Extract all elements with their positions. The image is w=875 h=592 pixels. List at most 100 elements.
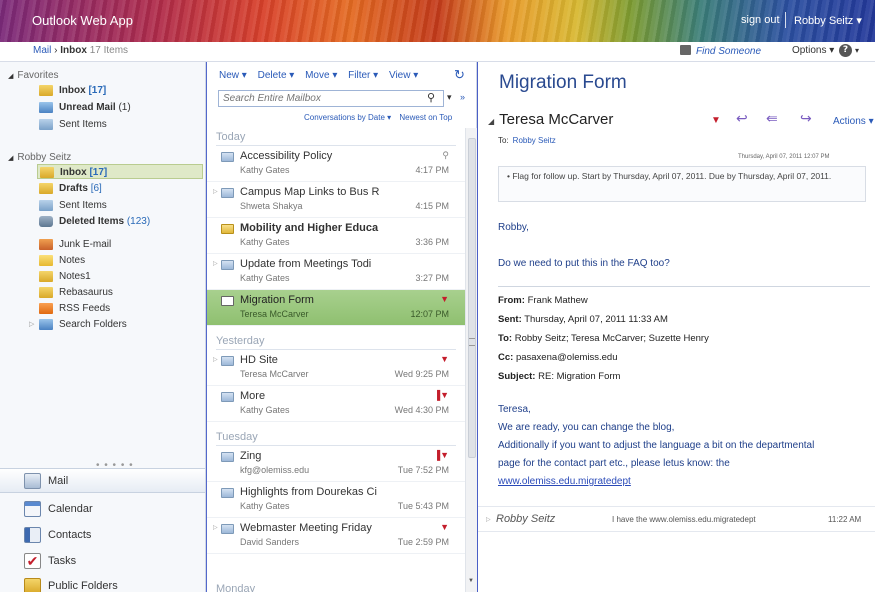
- checkbox-icon[interactable]: [221, 296, 234, 306]
- nav-calendar[interactable]: Calendar: [0, 497, 205, 522]
- folder-drafts[interactable]: Drafts [6]: [37, 181, 203, 196]
- list-item[interactable]: More Kathy Gates Wed 4:30 PM ▐▼: [207, 386, 465, 422]
- new-button[interactable]: New ▾: [219, 70, 247, 81]
- reply-all-icon[interactable]: ⇚: [766, 110, 778, 127]
- message-subject: Migration Form: [499, 72, 627, 93]
- message-icon: [221, 260, 234, 270]
- reply-icon[interactable]: ↩: [736, 110, 748, 127]
- list-item-selected[interactable]: Migration Form Teresa McCarver 12:07 PM ▼: [207, 290, 465, 326]
- favorites-header[interactable]: ◢ Favorites: [8, 70, 59, 81]
- nav-public-folders[interactable]: Public Folders: [0, 574, 205, 592]
- flag-icon[interactable]: ▼: [711, 115, 721, 126]
- nav-tasks[interactable]: ✔ Tasks: [0, 549, 205, 574]
- message-icon: [221, 152, 234, 162]
- folder-notes1[interactable]: Notes1: [37, 269, 203, 284]
- body-link[interactable]: www.olemiss.edu.migratedept: [498, 476, 631, 487]
- filter-button[interactable]: Filter ▾: [348, 70, 378, 81]
- folder-inbox[interactable]: Inbox [17]: [37, 164, 203, 179]
- scroll-down-icon[interactable]: ▼: [468, 578, 474, 584]
- options-menu[interactable]: Options ▾: [792, 45, 834, 56]
- flag-icon[interactable]: ▐▼: [434, 390, 449, 400]
- list-item[interactable]: ▷ HD Site Teresa McCarver Wed 9:25 PM ▼: [207, 350, 465, 386]
- list-item[interactable]: ▷ Campus Map Links to Bus R Shweta Shakya 4…: [207, 182, 465, 218]
- expand-conversation-icon[interactable]: ▷: [213, 188, 218, 195]
- list-item[interactable]: Highlights from Dourekas Ci Kathy Gates Tu…: [207, 482, 465, 518]
- expand-conversation-icon[interactable]: ▷: [213, 524, 218, 531]
- message-icon: [221, 524, 234, 534]
- list-item[interactable]: Zing kfg@olemiss.edu Tue 7:52 PM ▐▼: [207, 446, 465, 482]
- view-button[interactable]: View ▾: [389, 70, 418, 81]
- list-item[interactable]: ▷ Webmaster Meeting Friday David Sanders Tu…: [207, 518, 465, 554]
- search-folder-icon: [39, 319, 53, 330]
- mail-icon: [24, 473, 41, 489]
- body-line: Additionally if you want to adjust the l…: [498, 440, 815, 451]
- sent-items-icon: [39, 200, 53, 211]
- nav-contacts[interactable]: Contacts: [0, 523, 205, 548]
- message-icon: [221, 188, 234, 198]
- favorite-sent-items[interactable]: Sent Items: [37, 117, 203, 132]
- flag-icon[interactable]: ▼: [440, 354, 449, 364]
- body-line: page for the contact part etc., please l…: [498, 458, 730, 469]
- search-input[interactable]: [219, 91, 409, 106]
- sort-order-toggle[interactable]: Newest on Top: [399, 113, 452, 122]
- account-header[interactable]: ◢ Robby Seitz: [8, 152, 71, 163]
- list-item[interactable]: Accessibility Policy Kathy Gates 4:17 PM ⚲: [207, 146, 465, 182]
- folder-icon: [39, 287, 53, 298]
- favorite-unread-mail[interactable]: Unread Mail (1): [37, 100, 203, 115]
- user-menu[interactable]: Robby Seitz ▾: [794, 14, 862, 27]
- reply-time: 11:22 AM: [828, 515, 862, 524]
- sign-out-link[interactable]: sign out: [741, 14, 780, 26]
- quoted-to: To: Robby Seitz; Teresa McCarver; Suzett…: [498, 333, 709, 344]
- folder-search-folders[interactable]: ▷ Search Folders: [29, 317, 203, 332]
- breadcrumb-mail[interactable]: Mail: [33, 45, 51, 56]
- arrange-by-dropdown[interactable]: Conversations by Date ▾: [304, 113, 391, 122]
- folder-notes[interactable]: Notes: [37, 253, 203, 268]
- list-item[interactable]: ▷ Update from Meetings Todi Kathy Gates 3:2…: [207, 254, 465, 290]
- search-options-dropdown[interactable]: ▾: [447, 92, 452, 103]
- quoted-from: From: Frank Mathew: [498, 295, 588, 306]
- tasks-icon: ✔: [24, 553, 41, 569]
- actions-menu[interactable]: Actions ▾: [833, 116, 874, 127]
- expand-conversation-icon[interactable]: ▷: [213, 356, 218, 363]
- list-scrollbar[interactable]: ▼: [465, 128, 477, 592]
- nav-mail[interactable]: Mail: [0, 468, 205, 493]
- rss-icon: [39, 303, 53, 314]
- flag-icon[interactable]: ▐▼: [434, 450, 449, 460]
- recipient-link[interactable]: Robby Seitz: [513, 136, 556, 145]
- scrollbar-thumb[interactable]: [468, 138, 476, 458]
- folder-rss-feeds[interactable]: RSS Feeds: [37, 301, 203, 316]
- flag-icon[interactable]: ▼: [440, 522, 449, 532]
- expand-search-icon[interactable]: »: [460, 92, 465, 102]
- find-someone-link[interactable]: Find Someone: [680, 45, 761, 57]
- conversation-item[interactable]: ▷ Robby Seitz I have the www.olemiss.edu…: [478, 506, 875, 532]
- folder-junk-email[interactable]: Junk E-mail: [37, 237, 203, 252]
- expand-conversation-icon[interactable]: ▷: [213, 260, 218, 267]
- folder-icon: [40, 167, 54, 178]
- folder-rebasaurus[interactable]: Rebasaurus: [37, 285, 203, 300]
- refresh-icon[interactable]: ↻: [454, 67, 465, 83]
- group-header: Yesterday: [216, 332, 456, 350]
- search-box: ⚲: [218, 90, 444, 107]
- favorite-inbox[interactable]: Inbox [17]: [37, 83, 203, 98]
- greeting: Robby,: [498, 222, 529, 233]
- quoted-subject: Subject: RE: Migration Form: [498, 371, 621, 382]
- chevron-down-icon[interactable]: ▾: [855, 46, 859, 55]
- quoted-cc: Cc: pasaxena@olemiss.edu: [498, 352, 618, 363]
- folder-icon: [39, 85, 53, 96]
- divider: [498, 286, 870, 287]
- help-icon[interactable]: ?: [839, 44, 852, 57]
- move-button[interactable]: Move ▾: [305, 70, 337, 81]
- sort-bar: Conversations by Date ▾ Newest on Top: [298, 113, 452, 122]
- delete-button[interactable]: Delete ▾: [258, 70, 295, 81]
- forward-icon[interactable]: ↪: [800, 110, 812, 127]
- message-icon: [221, 392, 234, 402]
- folder-sent-items[interactable]: Sent Items: [37, 198, 203, 213]
- group-header: Tuesday: [216, 428, 456, 446]
- folder-deleted-items[interactable]: Deleted Items (123): [37, 214, 203, 229]
- flag-icon[interactable]: ▼: [440, 294, 449, 304]
- search-icon[interactable]: ⚲: [427, 91, 435, 104]
- sender-name[interactable]: ◢ Teresa McCarver: [488, 111, 613, 128]
- expand-icon: ▷: [29, 321, 35, 328]
- breadcrumb: Mail › Inbox 17 Items: [33, 45, 128, 56]
- list-item[interactable]: Mobility and Higher Educa Kathy Gates 3:36…: [207, 218, 465, 254]
